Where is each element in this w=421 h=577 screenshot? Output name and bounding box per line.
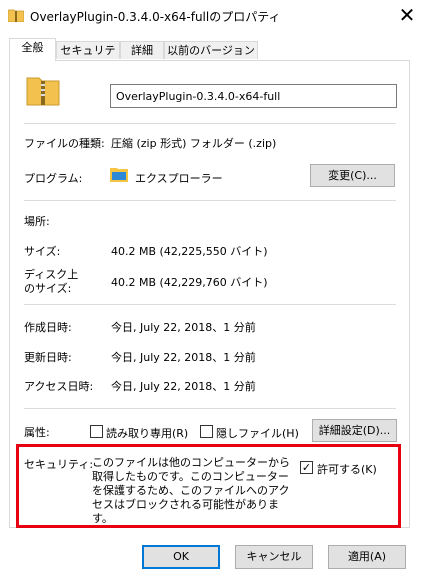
modified-label: 更新日時: [24, 351, 72, 364]
window-title: OverlayPlugin-0.3.4.0-x64-fullのプロパティ [30, 10, 281, 24]
hidden-checkbox[interactable] [200, 425, 213, 438]
file-type-value: 圧縮 (zip 形式) フォルダー (.zip) [111, 137, 277, 150]
attributes-label: 属性: [24, 426, 50, 439]
ok-button[interactable]: OK [142, 545, 220, 569]
separator [24, 123, 396, 124]
separator [24, 408, 396, 409]
file-type-label: ファイルの種類: [24, 137, 105, 150]
tab-security[interactable]: セキュリティ [56, 41, 120, 75]
cancel-button[interactable]: キャンセル [235, 545, 313, 569]
program-label: プログラム: [24, 172, 83, 185]
unblock-label[interactable]: 許可する(K) [317, 461, 377, 477]
size-value: 40.2 MB (42,225,550 バイト) [111, 245, 268, 258]
disk-size-label-line2: のサイズ: [24, 282, 72, 295]
program-value: エクスプローラー [135, 172, 223, 185]
close-icon[interactable]: ✕ [394, 3, 420, 27]
explorer-icon [110, 166, 128, 182]
disk-size-label: ディスク上 のサイズ: [24, 268, 78, 296]
unblock-checkbox[interactable]: ✓ [300, 461, 313, 474]
readonly-checkbox[interactable] [90, 425, 103, 438]
disk-size-label-line1: ディスク上 [24, 268, 79, 281]
location-label: 場所: [24, 215, 50, 228]
apply-button[interactable]: 適用(A) [328, 545, 406, 569]
readonly-label[interactable]: 読み取り専用(R) [106, 425, 188, 441]
security-message: このファイルは他のコンピューターから取得したものです。このコンピューターを保護す… [92, 456, 290, 525]
created-label: 作成日時: [24, 321, 72, 334]
hidden-label[interactable]: 隠しファイル(H) [216, 425, 299, 441]
tab-general[interactable]: 全般 [9, 38, 56, 61]
modified-value: 今日, July 22, 2018、1 分前 [111, 351, 256, 364]
created-value: 今日, July 22, 2018、1 分前 [111, 321, 256, 334]
tab-previous-versions[interactable]: 以前のバージョン [164, 41, 258, 59]
separator [24, 200, 396, 201]
zip-file-icon [26, 74, 60, 106]
advanced-button[interactable]: 詳細設定(D)... [312, 419, 397, 442]
tab-details[interactable]: 詳細 [120, 41, 164, 59]
checkmark-icon: ✓ [301, 461, 312, 474]
accessed-label: アクセス日時: [24, 380, 94, 393]
change-program-button[interactable]: 変更(C)... [310, 164, 395, 187]
disk-size-value: 40.2 MB (42,229,760 バイト) [111, 276, 268, 289]
security-label: セキュリティ: [24, 458, 94, 471]
filename-field[interactable]: OverlayPlugin-0.3.4.0-x64-full [110, 84, 397, 108]
size-label: サイズ: [24, 245, 61, 258]
zip-folder-icon [7, 8, 25, 23]
accessed-value: 今日, July 22, 2018、1 分前 [111, 380, 256, 393]
separator [24, 304, 396, 305]
